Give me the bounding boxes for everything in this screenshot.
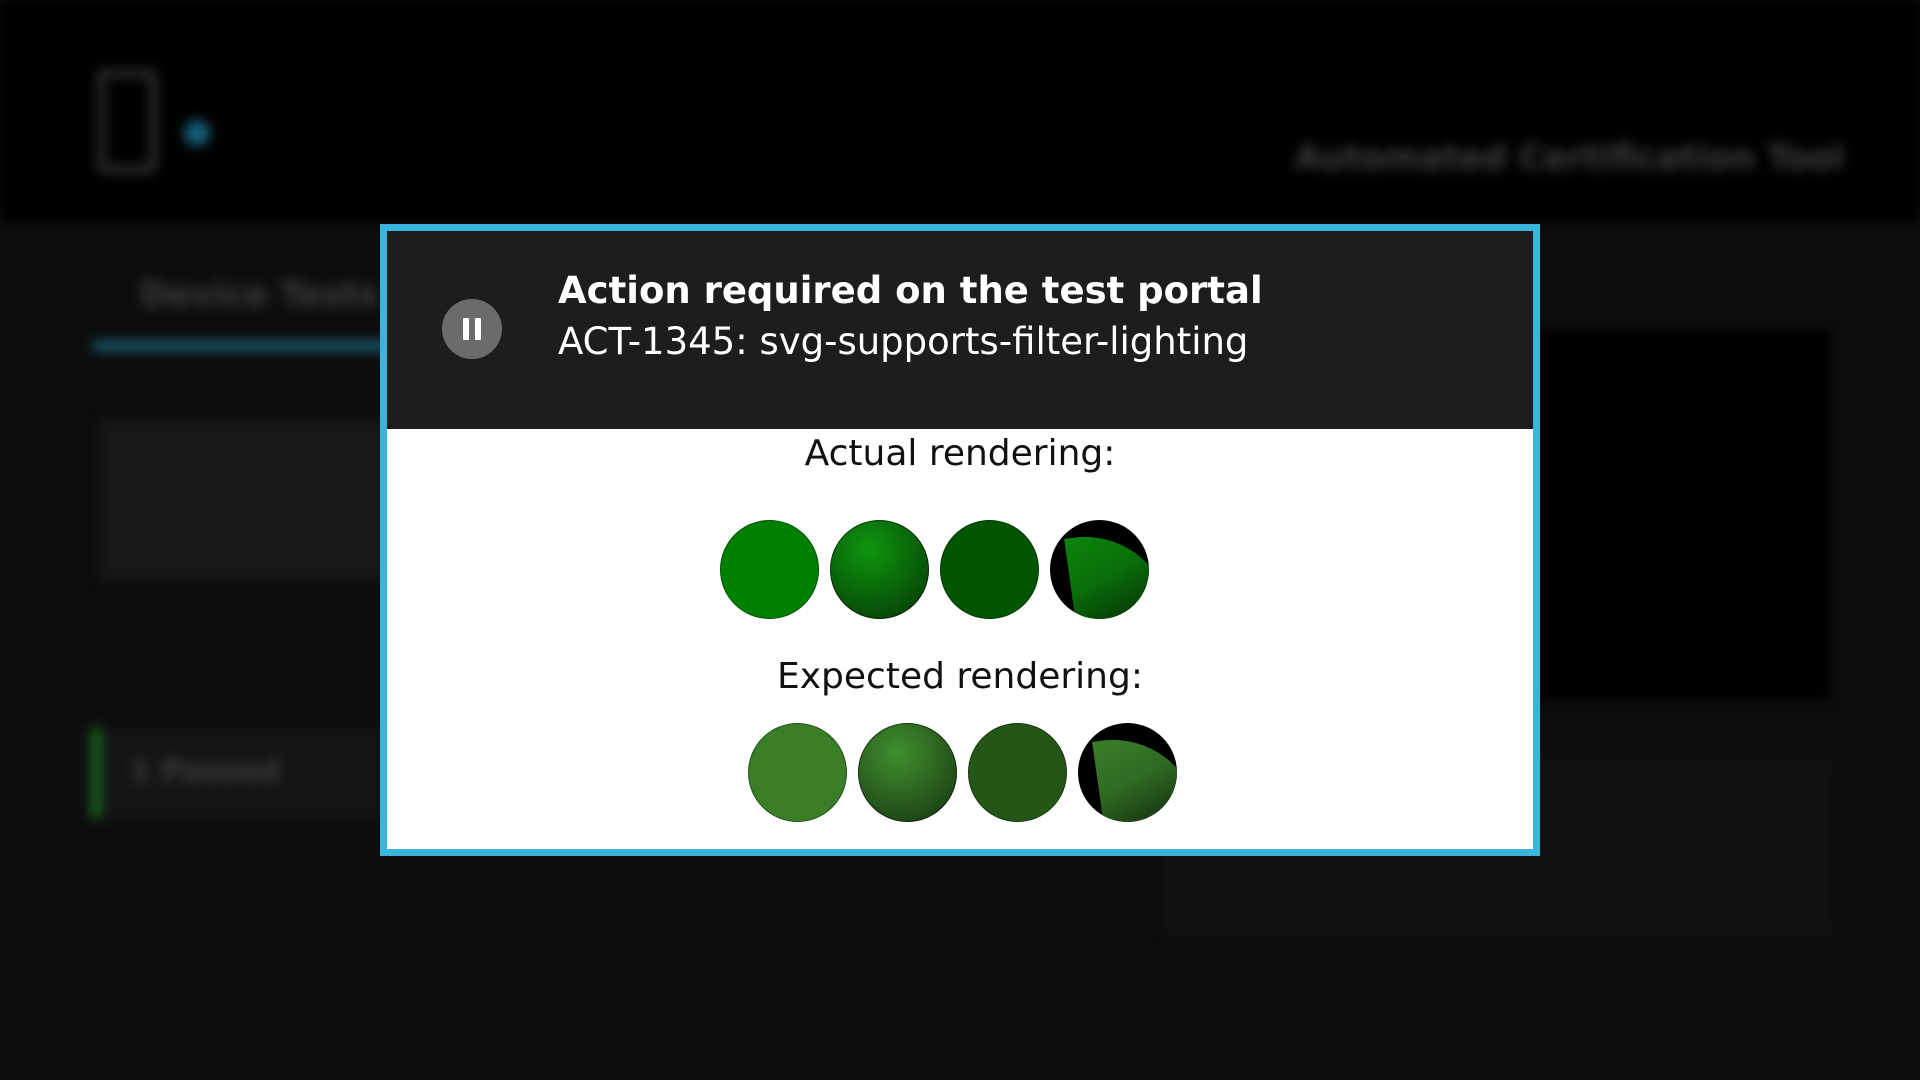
expected-rendering-label: Expected rendering: [777, 656, 1143, 697]
expected-circle-3 [968, 723, 1067, 822]
actual-circle-4-lit-area [1063, 525, 1149, 619]
logo-mark [98, 70, 156, 172]
actual-circle-1 [720, 520, 819, 619]
tab-active-indicator [92, 342, 392, 350]
action-required-dialog: Action required on the test portal ACT-1… [380, 224, 1540, 856]
pause-button[interactable] [442, 299, 502, 359]
dialog-title: Action required on the test portal [558, 269, 1263, 312]
expected-circle-2 [858, 723, 957, 822]
status-card-passed[interactable]: 1 Passed [92, 728, 390, 818]
status-card-label: 1 Passed [130, 754, 281, 789]
info-card [100, 420, 400, 580]
actual-circle-2 [830, 520, 929, 619]
logo-dot [184, 120, 210, 146]
actual-circle-4 [1050, 520, 1149, 619]
actual-rendering-label: Actual rendering: [804, 433, 1116, 474]
pause-icon-bar [475, 318, 481, 340]
logo [92, 60, 282, 172]
expected-circle-1 [748, 723, 847, 822]
tab-device-tests[interactable]: Device Tests [140, 275, 379, 315]
app-title: Automated Certification Tool [1294, 138, 1844, 178]
actual-circle-3 [940, 520, 1039, 619]
dialog-body: Actual rendering: Expected rendering: [387, 429, 1533, 849]
dialog-subtitle: ACT-1345: svg-supports-filter-lighting [558, 320, 1249, 363]
pause-icon [463, 318, 469, 340]
app-header: Automated Certification Tool [0, 0, 1920, 222]
app-root: Automated Certification Tool Device Test… [0, 0, 1920, 1080]
expected-circle-4 [1078, 723, 1177, 822]
expected-circle-4-lit-area [1091, 728, 1177, 822]
dialog-header: Action required on the test portal ACT-1… [387, 231, 1533, 429]
